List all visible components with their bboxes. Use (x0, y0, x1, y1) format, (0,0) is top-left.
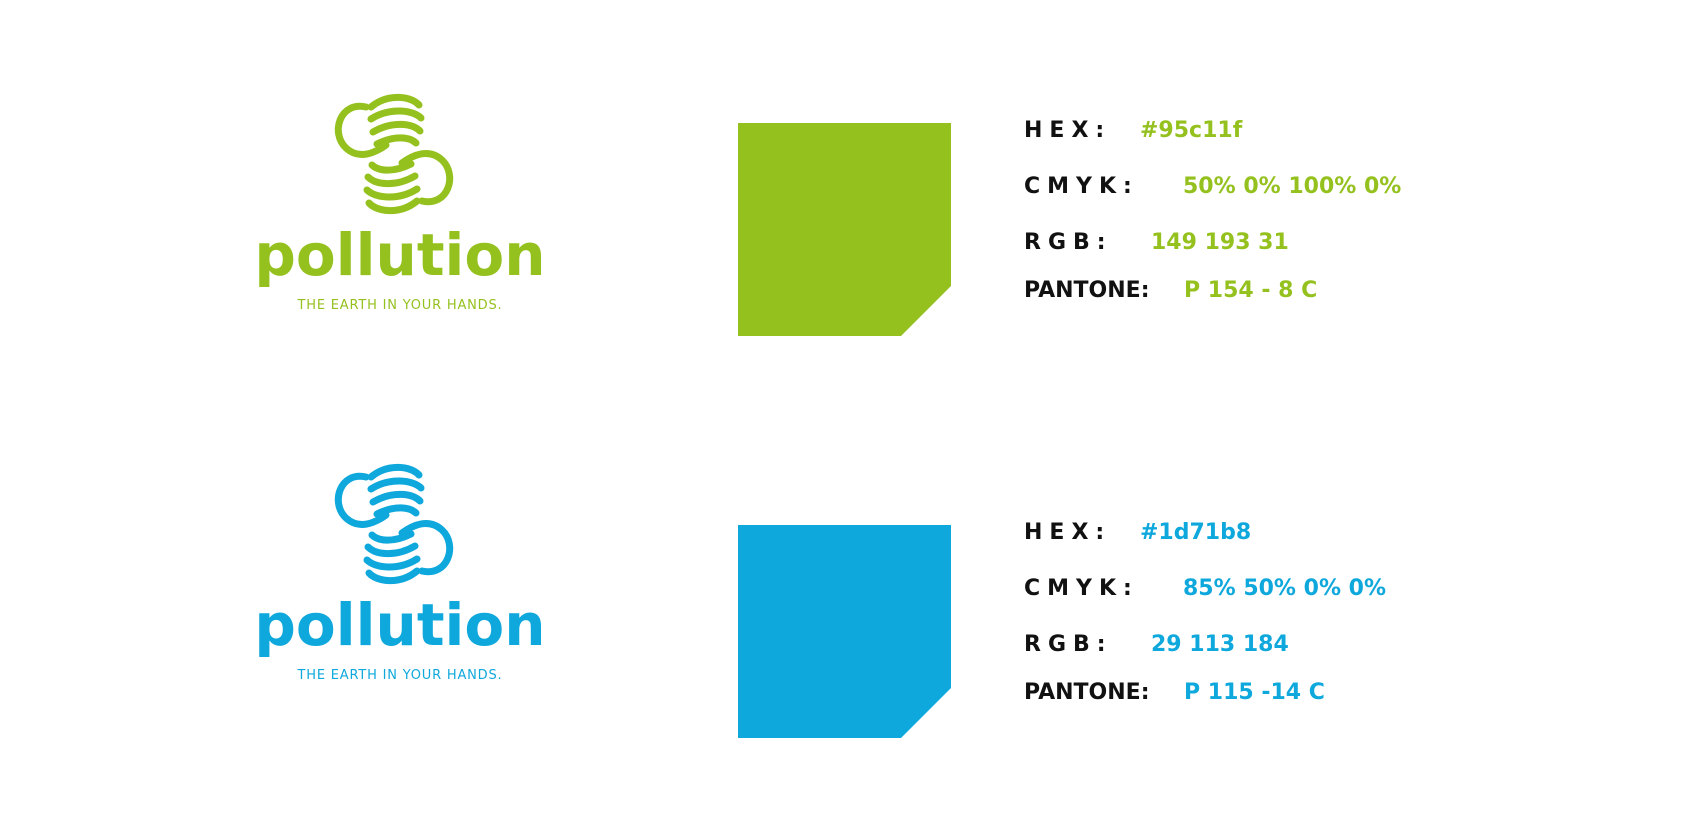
pantone-label: PANTONE: (1024, 278, 1150, 303)
rgb-label: RGB: (1024, 230, 1113, 255)
rgb-value: 149 193 31 (1151, 230, 1289, 255)
hex-label: HEX: (1024, 520, 1112, 545)
cmyk-label: CMYK: (1024, 174, 1139, 199)
color-specs-blue: HEX: #1d71b8 CMYK: 85% 50% 0% 0% RGB: 29… (1024, 517, 1644, 737)
pollution-logo-green: pollution THE EARTH IN YOUR HANDS. (250, 85, 550, 320)
logo-tagline: THE EARTH IN YOUR HANDS. (297, 668, 503, 683)
color-palette-green: pollution THE EARTH IN YOUR HANDS. HEX: … (0, 85, 1684, 345)
hex-value: #95c11f (1140, 118, 1243, 143)
hands-logo-icon (334, 463, 454, 585)
pollution-logo-blue: pollution THE EARTH IN YOUR HANDS. (250, 455, 550, 690)
cmyk-value: 50% 0% 100% 0% (1183, 174, 1402, 199)
logo-tagline: THE EARTH IN YOUR HANDS. (297, 298, 503, 313)
cmyk-value: 85% 50% 0% 0% (1183, 576, 1386, 601)
swatch-shape (738, 525, 951, 738)
color-swatch-green (738, 123, 951, 336)
hex-label: HEX: (1024, 118, 1112, 143)
logo-wordmark: pollution (254, 591, 546, 659)
cmyk-label: CMYK: (1024, 576, 1139, 601)
rgb-value: 29 113 184 (1151, 632, 1289, 657)
color-palette-blue: pollution THE EARTH IN YOUR HANDS. HEX: … (0, 455, 1684, 738)
pantone-label: PANTONE: (1024, 680, 1150, 705)
swatch-shape (738, 123, 951, 336)
logo-wordmark: pollution (254, 221, 546, 289)
hands-logo-icon (334, 93, 454, 215)
color-specs-green: HEX: #95c11f CMYK: 50% 0% 100% 0% RGB: 1… (1024, 115, 1644, 335)
rgb-label: RGB: (1024, 632, 1113, 657)
pantone-value: P 154 - 8 C (1184, 278, 1318, 303)
color-swatch-blue (738, 525, 951, 738)
hex-value: #1d71b8 (1140, 520, 1252, 545)
pantone-value: P 115 -14 C (1184, 680, 1325, 705)
